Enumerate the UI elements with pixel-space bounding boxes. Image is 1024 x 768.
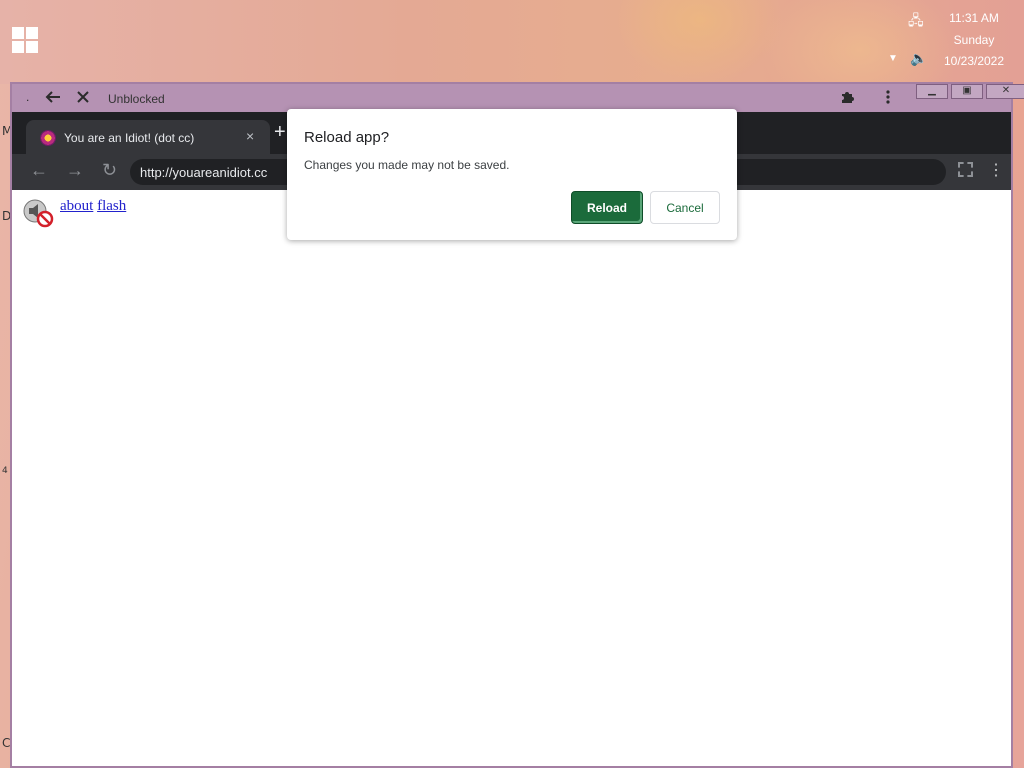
favicon-icon bbox=[40, 130, 56, 146]
chevron-down-icon[interactable]: ▼ bbox=[888, 53, 898, 64]
close-window-button[interactable]: ✕ bbox=[986, 84, 1024, 99]
arrow-left-icon[interactable] bbox=[44, 88, 62, 111]
dialog-message: Changes you made may not be saved. bbox=[304, 158, 510, 172]
flash-link[interactable]: flash bbox=[97, 198, 126, 214]
page-content: about flash bbox=[12, 190, 1011, 766]
new-tab-button[interactable]: + bbox=[274, 121, 286, 144]
browser-menu-icon[interactable]: ⋮ bbox=[988, 160, 1004, 180]
network-monitor-icon[interactable]: 🖧 bbox=[908, 10, 924, 34]
reload-icon[interactable]: ↻ bbox=[102, 160, 117, 181]
app-title: Unblocked bbox=[108, 92, 165, 106]
clock-date: 10/23/2022 bbox=[943, 54, 1005, 68]
reload-button[interactable]: Reload bbox=[571, 191, 643, 224]
app-title-bar: . Unblocked ▁ ▣ ✕ bbox=[12, 84, 1024, 112]
forward-button[interactable]: → bbox=[66, 160, 84, 181]
cancel-button[interactable]: Cancel bbox=[650, 191, 720, 224]
restore-button[interactable]: ▣ bbox=[951, 84, 983, 99]
minimize-button[interactable]: ▁ bbox=[916, 84, 948, 99]
dialog-title: Reload app? bbox=[304, 129, 390, 146]
about-link[interactable]: about bbox=[60, 198, 93, 214]
page-links: about flash bbox=[60, 198, 126, 215]
fullscreen-icon[interactable] bbox=[958, 162, 973, 177]
muted-speaker-icon[interactable] bbox=[22, 198, 54, 228]
tab-close-icon[interactable]: × bbox=[246, 128, 254, 144]
clock-time[interactable]: 11:31 AM bbox=[924, 11, 1024, 25]
windows-logo-icon[interactable] bbox=[12, 27, 38, 53]
reload-dialog: Reload app? Changes you made may not be … bbox=[287, 109, 737, 240]
puzzle-icon[interactable] bbox=[840, 89, 856, 110]
close-icon[interactable] bbox=[74, 88, 92, 111]
title-dot: . bbox=[26, 90, 30, 104]
url-text[interactable]: http://youareanidiot.cc bbox=[140, 165, 267, 180]
desktop-background bbox=[0, 0, 1024, 84]
clock-day: Sunday bbox=[953, 33, 995, 47]
back-button[interactable]: ← bbox=[30, 160, 48, 181]
kebab-menu-icon[interactable] bbox=[884, 88, 892, 111]
tab-title: You are an Idiot! (dot cc) bbox=[64, 131, 195, 145]
browser-tab[interactable]: You are an Idiot! (dot cc) × bbox=[26, 120, 270, 154]
edge-artifact: 4 bbox=[2, 466, 8, 476]
